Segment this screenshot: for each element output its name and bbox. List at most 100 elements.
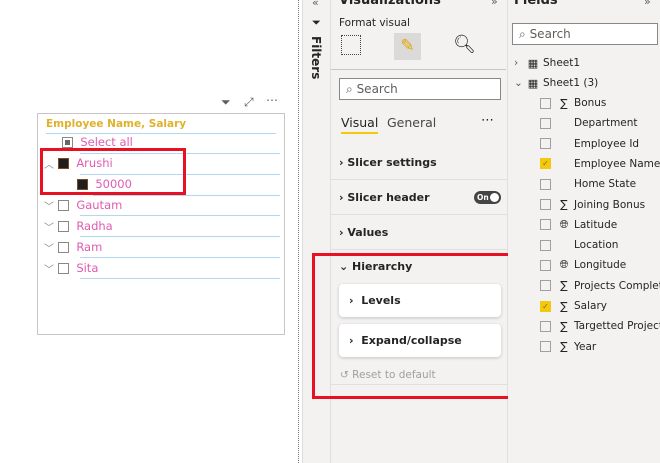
checkbox[interactable] [58, 199, 69, 211]
field-bonus[interactable]: ∑ Bonus [540, 93, 660, 113]
focus-mode-icon[interactable]: ⤢ [244, 95, 254, 110]
more-options-icon[interactable]: ⋯ [481, 113, 494, 128]
field-label: Department [574, 117, 638, 130]
fields-pane: Fields » ⌕ Search › ▦ Sheet1 ⌄ ▦ Sheet1 (3) … [508, 0, 660, 463]
section-slicer-settings[interactable]: › Slicer settings [331, 145, 509, 180]
item-label: Ram [76, 240, 103, 254]
field-department[interactable]: Department [540, 113, 660, 133]
slicer-item-sita[interactable]: ﹀ Sita [44, 258, 98, 278]
sigma-icon: ∑ [560, 319, 568, 333]
checkbox[interactable] [62, 136, 73, 148]
report-canvas: ⏷ ⤢ ⋯ Employee Name, Salary Select all ︿… [0, 0, 298, 463]
expand-icon[interactable]: » [491, 0, 498, 8]
field-salary[interactable]: ✓ ∑ Salary [540, 296, 660, 316]
field-year[interactable]: ∑ Year [540, 337, 660, 357]
checkbox[interactable] [540, 219, 551, 231]
item-label: Gautam [76, 198, 123, 212]
placeholder: Search [529, 27, 571, 41]
checkbox[interactable] [58, 241, 69, 253]
checkbox[interactable] [540, 320, 551, 332]
field-label: Latitude [574, 218, 618, 231]
fields-search-input[interactable]: ⌕ Search [512, 23, 658, 45]
field-label: Projects Complet... [574, 279, 660, 292]
table-icon: ▦ [527, 56, 539, 70]
highlight-box [312, 253, 533, 399]
toggle-label: On [477, 193, 489, 202]
field-label: Home State [574, 178, 637, 191]
checkbox[interactable] [540, 239, 551, 251]
table-label: Sheet1 [543, 57, 581, 69]
field-label: Joining Bonus [574, 198, 646, 211]
viz-search-input[interactable]: ⌕ Search [339, 78, 501, 100]
field-label: Employee Id [574, 137, 640, 150]
collapse-icon[interactable]: « [312, 0, 319, 9]
globe-icon: 🌐︎ [559, 258, 569, 272]
field-employee-id[interactable]: Employee Id [540, 134, 660, 154]
slicer-item-ram[interactable]: ﹀ Ram [44, 237, 102, 257]
pane-title: Visualizations [339, 0, 441, 8]
format-paintbrush-icon[interactable]: ✎ [394, 33, 421, 60]
search-icon: ⌕ [346, 81, 353, 96]
field-label: Longitude [574, 259, 627, 272]
checkbox[interactable] [540, 259, 551, 271]
analytics-icon[interactable]: 🔍︎ [453, 34, 476, 55]
chevron-down-icon[interactable]: ﹀ [44, 219, 58, 234]
checkbox[interactable] [540, 199, 551, 210]
field-location[interactable]: Location [540, 235, 660, 255]
sigma-icon: ∑ [560, 340, 568, 354]
checkbox[interactable] [58, 220, 69, 232]
slicer-header-toggle[interactable]: On [474, 191, 501, 204]
sigma-icon: ∑ [560, 198, 568, 211]
field-label: Targetted Projects [574, 320, 660, 333]
sigma-icon: ∑ [560, 279, 568, 293]
checkbox[interactable]: ✓ [540, 300, 551, 312]
checkbox[interactable] [540, 280, 551, 292]
table-icon: ▦ [527, 76, 539, 90]
checkbox[interactable] [540, 97, 551, 109]
section-values[interactable]: › Values [331, 215, 509, 250]
field-longitude[interactable]: 🌐︎ Longitude [540, 255, 660, 275]
expand-icon[interactable]: » [644, 0, 651, 8]
filter-icon: ⏷ [312, 16, 321, 29]
field-home-state[interactable]: Home State [540, 174, 660, 194]
checkbox[interactable] [58, 262, 69, 274]
highlight-box [40, 148, 186, 195]
checkbox[interactable] [540, 178, 551, 190]
tab-visual[interactable]: Visual [341, 115, 379, 134]
globe-icon: 🌐︎ [559, 217, 569, 231]
slicer-visual[interactable]: Employee Name, Salary Select all ︿ Arush… [37, 113, 285, 335]
field-employee-name[interactable]: ✓ Employee Name [540, 154, 660, 174]
field-targetted-projects[interactable]: ∑ Targetted Projects [540, 316, 660, 336]
tab-general[interactable]: General [387, 115, 436, 130]
field-joining-bonus[interactable]: ∑ Joining Bonus [540, 195, 660, 215]
slicer-item-gautam[interactable]: ﹀ Gautam [44, 195, 122, 215]
chevron-down-icon[interactable]: ﹀ [44, 261, 58, 276]
checkbox[interactable]: ✓ [540, 158, 551, 170]
item-label: Sita [76, 261, 99, 275]
item-label: Select all [80, 135, 133, 149]
chevron-down-icon[interactable]: ﹀ [44, 198, 58, 213]
field-projects-complet-[interactable]: ∑ Projects Complet... [540, 276, 660, 296]
checkbox[interactable] [540, 341, 551, 353]
field-latitude[interactable]: 🌐︎ Latitude [540, 215, 660, 235]
divider [298, 0, 299, 463]
table-sheet1-3[interactable]: ⌄ ▦ Sheet1 (3) [514, 73, 639, 93]
sigma-icon: ∑ [560, 299, 568, 313]
section-slicer-header[interactable]: › Slicer header On [331, 180, 509, 215]
checkbox[interactable] [540, 117, 551, 129]
filters-label: Filters [309, 36, 323, 80]
checkbox[interactable] [540, 138, 551, 150]
field-label: Bonus [574, 97, 607, 109]
slicer-header: Employee Name, Salary [46, 118, 187, 130]
search-icon: ⌕ [519, 26, 526, 41]
field-label: Employee Name [574, 157, 660, 170]
sigma-icon: ∑ [560, 96, 568, 110]
item-label: Radha [76, 219, 113, 233]
section-label: Slicer settings [347, 155, 437, 169]
chevron-down-icon[interactable]: ﹀ [44, 240, 58, 255]
table-sheet1[interactable]: › ▦ Sheet1 [514, 53, 639, 73]
filter-icon[interactable]: ⏷ [221, 95, 231, 110]
slicer-item-radha[interactable]: ﹀ Radha [44, 216, 113, 236]
more-options-icon[interactable]: ⋯ [266, 93, 278, 107]
build-visual-icon[interactable] [341, 35, 361, 55]
